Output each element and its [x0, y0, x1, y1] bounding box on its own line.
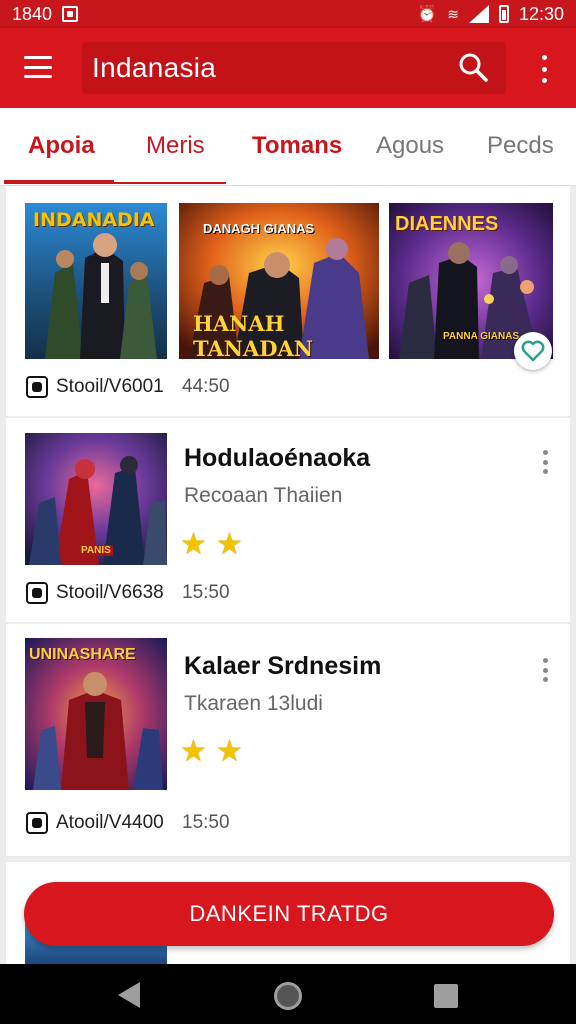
search-input[interactable]: Indanasia: [92, 52, 216, 84]
active-tab-indicator: [4, 180, 114, 184]
list-item-id: Stooil/V6638: [56, 582, 164, 603]
tab-bar: Apoia Meris Tomans Agous Pecds: [0, 108, 576, 186]
list-item-id: Atooil/V4400: [56, 812, 164, 833]
tab-apoia[interactable]: Apoia: [28, 132, 95, 160]
search-field[interactable]: Indanasia: [82, 42, 506, 94]
tab-indicator-secondary: [114, 182, 226, 184]
star-icon: ★: [216, 735, 243, 768]
list-item-thumb[interactable]: PANIS: [25, 433, 167, 565]
list-item-time: 15:50: [182, 812, 230, 833]
battery-icon: [498, 5, 509, 23]
featured-meta: Stooil/V6001: [26, 376, 164, 398]
favorite-badge[interactable]: [514, 332, 552, 370]
featured-thumb-2-title-bottom: HANAH TANADAN: [193, 311, 313, 359]
heart-check-icon: [521, 340, 545, 362]
featured-id: Stooil/V6001: [56, 376, 164, 397]
primary-action-button[interactable]: DANKEIN TRATDG: [24, 882, 554, 946]
tab-tomans[interactable]: Tomans: [252, 132, 342, 160]
tab-pecds[interactable]: Pecds: [487, 132, 554, 160]
tab-agous[interactable]: Agous: [376, 132, 444, 160]
list-item-time: 15:50: [182, 582, 230, 603]
star-icon: ★: [180, 735, 207, 768]
item-menu-icon[interactable]: [541, 450, 549, 474]
signal-icon: [468, 5, 489, 23]
star-icon: ★: [216, 528, 243, 561]
status-bar: 1840 ⏰ ≋ 12:30: [0, 0, 576, 28]
app-screen: 1840 ⏰ ≋ 12:30 Indanasia Apoia Meris Tom…: [0, 0, 576, 1024]
item-menu-icon[interactable]: [541, 658, 549, 682]
list-item[interactable]: PANIS Hodulaoénaoka Recoaan Thaiien ★ ★ …: [6, 418, 570, 622]
list-item-title[interactable]: Kalaer Srdnesim: [184, 652, 381, 681]
list-item-thumb-tag: PANIS: [79, 545, 113, 556]
featured-time: 44:50: [182, 376, 230, 397]
list-item-meta: Atooil/V4400: [26, 812, 164, 834]
channel-icon: [26, 812, 48, 834]
featured-thumb-2[interactable]: DANAGH GIANAS HANAH TANADAN: [179, 203, 379, 359]
list-item-meta: Stooil/V6638: [26, 582, 164, 604]
wifi-icon: ≋: [447, 5, 459, 22]
recent-apps-icon[interactable]: [434, 984, 458, 1008]
featured-thumb-3-title: DIAENNES: [395, 213, 499, 235]
list-item-subtitle: Recoaan Thaiien: [184, 484, 343, 507]
app-bar: Indanasia: [0, 28, 576, 108]
channel-icon: [26, 376, 48, 398]
star-icon: ★: [180, 528, 207, 561]
notification-icon: [62, 6, 79, 22]
search-icon[interactable]: [458, 52, 488, 82]
list-item[interactable]: UNINASHARE Kalaer Srdnesim Tkaraen 13lud…: [6, 624, 570, 856]
status-time-left: 1840: [12, 3, 53, 24]
home-icon[interactable]: [274, 982, 302, 1010]
list-item-subtitle: Tkaraen 13ludi: [184, 692, 323, 715]
channel-icon: [26, 582, 48, 604]
featured-thumb-3-subtitle: PANNA GIANAS: [443, 331, 520, 342]
status-time-right: 12:30: [518, 3, 564, 24]
featured-thumb-1-title: INDANADIA: [33, 209, 155, 231]
list-item-thumb-title: UNINASHARE: [29, 646, 136, 663]
featured-thumb-2-title-top: DANAGH GIANAS: [203, 221, 315, 236]
featured-thumb-1[interactable]: INDANADIA: [25, 203, 167, 359]
alarm-icon: ⏰: [417, 6, 438, 23]
featured-card[interactable]: INDANADIA DANAGH GIANAS HANAH TANADAN DI…: [6, 186, 570, 416]
list-item-title[interactable]: Hodulaoénaoka: [184, 444, 370, 473]
system-nav-bar: [0, 964, 576, 1024]
tab-meris[interactable]: Meris: [146, 132, 205, 160]
overflow-menu-icon[interactable]: [538, 55, 550, 83]
back-icon[interactable]: [118, 982, 140, 1008]
menu-icon[interactable]: [24, 56, 52, 78]
list-item-thumb[interactable]: UNINASHARE: [25, 638, 167, 790]
